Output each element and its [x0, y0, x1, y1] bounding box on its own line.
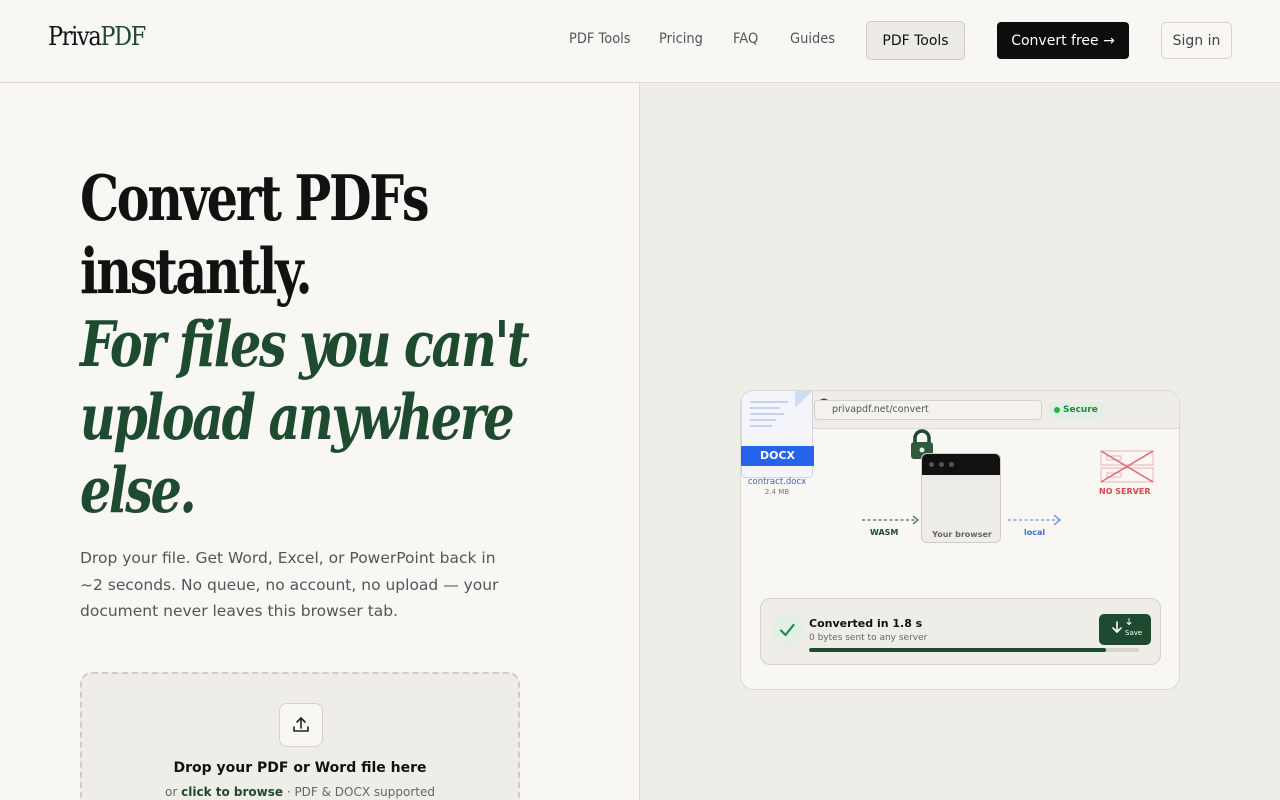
- nav-link-guides[interactable]: Guides: [790, 31, 835, 47]
- docx-badge: DOCX: [741, 446, 814, 466]
- local-arrow-icon: [1008, 514, 1062, 526]
- headline-line-1: Convert PDFs: [80, 161, 430, 235]
- dropzone-subtitle: or click to browse · PDF & DOCX supporte…: [82, 785, 518, 799]
- browser-window-icon: Your browser: [921, 453, 1001, 543]
- wasm-label: WASM: [870, 528, 899, 537]
- illustration-card: privapdf.net/convert Secure DOCX contrac…: [740, 390, 1180, 690]
- result-subtitle: 0 bytes sent to any server: [809, 633, 928, 643]
- local-label: local: [1024, 528, 1046, 537]
- result-title: Converted in 1.8 s: [809, 617, 923, 630]
- headline-italic-3: else.: [80, 453, 197, 527]
- browse-link[interactable]: click to browse: [181, 785, 283, 799]
- file-dropzone[interactable]: Drop your PDF or Word file here or click…: [80, 672, 520, 800]
- no-server-label: NO SERVER: [1099, 487, 1151, 496]
- no-server-icon: [1100, 450, 1154, 483]
- save-button[interactable]: Save: [1099, 614, 1151, 645]
- site-header: PrivaPDF PDF Tools Pricing FAQ Guides PD…: [0, 0, 1280, 83]
- headline-italic-2: upload anywhere: [80, 380, 515, 454]
- logo-prefix: Priva: [48, 22, 102, 52]
- nav-link-pdf-tools[interactable]: PDF Tools: [569, 31, 631, 47]
- conversion-result: Converted in 1.8 s 0 bytes sent to any s…: [760, 598, 1161, 665]
- nav-link-faq[interactable]: FAQ: [733, 31, 758, 47]
- wasm-arrow-icon: [862, 515, 920, 525]
- download-icon: [1112, 621, 1122, 633]
- secure-badge: Secure: [1049, 402, 1104, 418]
- dropzone-sub-prefix: or: [165, 785, 182, 799]
- dropzone-sub-suffix: · PDF & DOCX supported: [283, 785, 435, 799]
- small-arrow-icon: [1126, 618, 1132, 626]
- pdf-tools-button[interactable]: PDF Tools: [866, 21, 965, 60]
- mock-url-bar: privapdf.net/convert: [814, 400, 1042, 420]
- nav-link-pricing[interactable]: Pricing: [659, 31, 703, 47]
- doc-file-name: contract.docx: [747, 477, 807, 487]
- browser-label: Your browser: [932, 530, 992, 539]
- doc-file-size: 2.4 MB: [764, 488, 790, 496]
- headline-line-2: instantly.: [80, 234, 313, 308]
- progress-fill: [809, 648, 1106, 652]
- check-icon: [771, 614, 803, 646]
- hero-lead: Drop your file. Get Word, Excel, or Powe…: [80, 549, 499, 620]
- convert-free-button[interactable]: Convert free →: [997, 22, 1129, 59]
- upload-icon[interactable]: [279, 703, 323, 747]
- logo[interactable]: PrivaPDF: [48, 22, 146, 52]
- column-divider: [639, 83, 640, 800]
- hero-headline: Convert PDFs instantly. For files you ca…: [80, 161, 530, 527]
- dropzone-title: Drop your PDF or Word file here: [173, 760, 427, 776]
- headline-italic-1: For files you can't: [80, 307, 530, 381]
- save-label: Save: [1125, 629, 1143, 637]
- result-progress-bar: [809, 648, 1139, 652]
- logo-suffix: PDF: [100, 22, 146, 52]
- docx-file-icon: DOCX: [741, 391, 814, 478]
- sign-in-button[interactable]: Sign in: [1161, 22, 1232, 59]
